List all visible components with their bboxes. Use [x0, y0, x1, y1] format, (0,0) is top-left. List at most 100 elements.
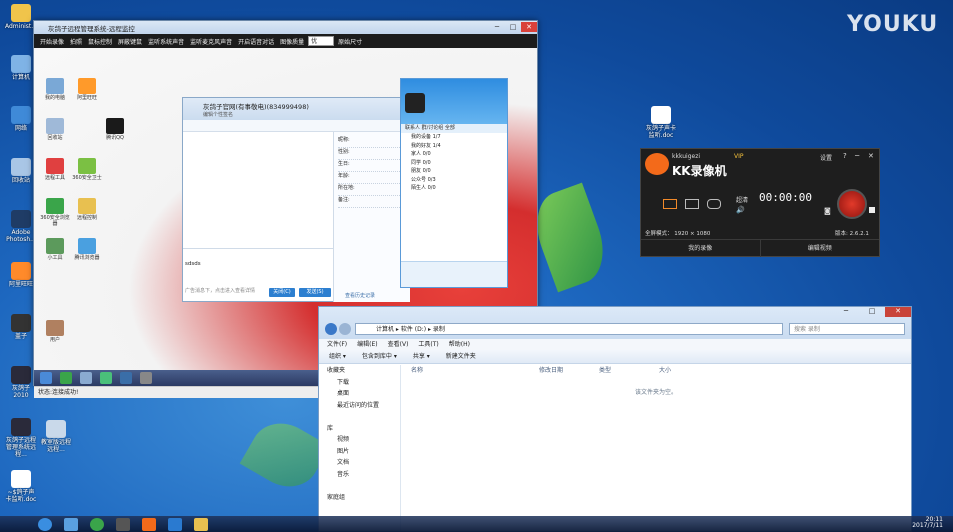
- remote-desktop-icon[interactable]: 腾讯QQ: [100, 118, 130, 141]
- browser-icon[interactable]: [60, 372, 72, 384]
- record-button[interactable]: [837, 189, 867, 219]
- block-input-button[interactable]: 屏蔽键鼠: [116, 37, 144, 46]
- 360-icon[interactable]: [100, 372, 112, 384]
- explorer-window[interactable]: 计算机 ▸ 软件 (D:) ▸ 录制 搜索 录制 ─ □ ✕ 文件(F) 编辑(…: [318, 306, 912, 532]
- col-modified[interactable]: 修改日期: [539, 365, 563, 377]
- history-link[interactable]: 查看历史记录: [345, 292, 375, 299]
- contact-group[interactable]: 同学 0/0: [401, 159, 507, 168]
- menu-tools[interactable]: 工具(T): [418, 339, 438, 350]
- start-record-button[interactable]: 开始录像: [38, 37, 66, 46]
- screen-mode-icon[interactable]: [663, 199, 677, 209]
- game-mode-icon[interactable]: [707, 199, 721, 209]
- send-button[interactable]: 发送(S): [299, 288, 331, 297]
- nav-item[interactable]: 音乐: [319, 469, 400, 481]
- nav-item[interactable]: 收藏夹: [319, 365, 400, 377]
- network-icon[interactable]: [64, 517, 78, 531]
- volume-icon[interactable]: 🔊: [736, 206, 745, 214]
- nav-item[interactable]: 最近访问的位置: [319, 400, 400, 412]
- include-library-button[interactable]: 包含到库中 ▾: [362, 350, 397, 363]
- remote-desktop-icon[interactable]: 360安全浏览器: [40, 198, 70, 227]
- close-chat-button[interactable]: 关闭(C): [269, 288, 295, 297]
- col-name[interactable]: 名称: [411, 365, 423, 377]
- contact-group[interactable]: 我的设备 1/7: [401, 133, 507, 142]
- menu-view[interactable]: 查看(V): [388, 339, 409, 350]
- forward-button[interactable]: [339, 323, 351, 335]
- search-input[interactable]: 搜索 录制: [789, 323, 905, 335]
- kk-recorder-icon[interactable]: [142, 517, 156, 531]
- minimize-button[interactable]: ─: [833, 307, 859, 317]
- contact-group[interactable]: 公众号 0/3: [401, 176, 507, 185]
- qq-tabs[interactable]: 联系人 群/讨论组 全部: [401, 124, 507, 133]
- kk-recorder-window[interactable]: kkkuigezi VIP 设置 ? ─ ✕ KK录像机 超清 🔊 00:00:…: [640, 148, 880, 257]
- mouse-control-button[interactable]: 鼠标控制: [86, 37, 114, 46]
- nav-item[interactable]: 家庭组: [319, 492, 400, 504]
- camera-icon[interactable]: ◙: [824, 207, 831, 215]
- qq-chat-window[interactable]: 灰鸽子官网(有事敬电)(834999498) 编辑个性签名 昵称: 性别: 生日…: [182, 97, 410, 302]
- kk-help-icon[interactable]: ?: [843, 152, 847, 160]
- maximize-button[interactable]: □: [505, 22, 521, 32]
- ie-icon[interactable]: [38, 517, 52, 531]
- kk-close-button[interactable]: ✕: [868, 152, 874, 160]
- desktop-icon[interactable]: 灰鸽子声卡监听.doc: [645, 106, 677, 139]
- remote-desktop-icon[interactable]: 我的电脑: [40, 78, 70, 101]
- nav-item[interactable]: 库: [319, 423, 400, 435]
- nav-item[interactable]: 下载: [319, 377, 400, 389]
- menu-edit[interactable]: 编辑(E): [357, 339, 377, 350]
- folder-icon[interactable]: [194, 517, 208, 531]
- contact-group[interactable]: 陌生人 0/0: [401, 184, 507, 193]
- menu-file[interactable]: 文件(F): [327, 339, 347, 350]
- kk-vip-badge[interactable]: VIP: [734, 153, 744, 160]
- remote-admin-icon[interactable]: [116, 517, 130, 531]
- remote-desktop-icon[interactable]: 远程控制: [72, 198, 102, 221]
- minimize-button[interactable]: ─: [489, 22, 505, 32]
- kk-minimize-button[interactable]: ─: [855, 152, 859, 160]
- remote-desktop-icon[interactable]: 腾讯浏览器: [72, 238, 102, 261]
- qq-avatar-icon[interactable]: [405, 93, 425, 113]
- contact-group[interactable]: 我的好友 1/4: [401, 142, 507, 151]
- ie-icon[interactable]: [120, 372, 132, 384]
- nav-item[interactable]: 视频: [319, 434, 400, 446]
- qq-main-panel[interactable]: 联系人 群/讨论组 全部 我的设备 1/7 我的好友 1/4 家人 0/0 同学 0/…: [400, 78, 508, 288]
- nav-item[interactable]: 图片: [319, 446, 400, 458]
- remote-desktop-icon[interactable]: 360安全卫士: [72, 158, 102, 181]
- remote-desktop-icon[interactable]: 回收站: [40, 118, 70, 141]
- maximize-button[interactable]: □: [859, 307, 885, 317]
- start-icon[interactable]: [40, 372, 52, 384]
- close-button[interactable]: ✕: [521, 22, 537, 32]
- clock[interactable]: 20:11 2017/7/11: [912, 517, 943, 529]
- region-mode-icon[interactable]: [685, 199, 699, 209]
- remote-title-bar[interactable]: 灰鸽子远程管理系统-远程监控 ─ □ ✕: [34, 21, 537, 34]
- listen-mic-button[interactable]: 监听麦克风声音: [188, 37, 234, 46]
- contact-group[interactable]: 家人 0/0: [401, 150, 507, 159]
- menu-help[interactable]: 帮助(H): [449, 339, 470, 350]
- col-type[interactable]: 类型: [599, 365, 611, 377]
- quality-mode[interactable]: 超清: [736, 195, 748, 204]
- original-size-button[interactable]: 原始尺寸: [336, 37, 364, 46]
- chat-title-bar[interactable]: 灰鸽子官网(有事敬电)(834999498) 编辑个性签名: [183, 98, 409, 120]
- 360-browser-icon[interactable]: [90, 517, 104, 531]
- back-button[interactable]: [325, 323, 337, 335]
- organize-button[interactable]: 组织 ▾: [329, 350, 346, 363]
- desktop-icon[interactable]: 教室版远程远程...: [40, 420, 72, 453]
- word-icon[interactable]: [168, 517, 182, 531]
- kk-settings-button[interactable]: 设置: [820, 153, 832, 162]
- share-button[interactable]: 共享 ▾: [413, 350, 430, 363]
- quality-select[interactable]: 优: [308, 36, 335, 46]
- remote-desktop-icon[interactable]: 用户: [40, 320, 70, 343]
- nav-item[interactable]: 文档: [319, 457, 400, 469]
- col-size[interactable]: 大小: [659, 365, 671, 377]
- contact-group[interactable]: 朋友 0/0: [401, 167, 507, 176]
- remote-desktop-icon[interactable]: 远程工具: [40, 158, 70, 181]
- app-icon[interactable]: [140, 372, 152, 384]
- close-button[interactable]: ✕: [885, 307, 911, 317]
- voice-chat-button[interactable]: 开启语音对话: [236, 37, 276, 46]
- edit-video-button[interactable]: 编辑视频: [759, 239, 879, 257]
- kk-username[interactable]: kkkuigezi: [672, 153, 700, 160]
- screenshot-button[interactable]: 拍照: [68, 37, 84, 46]
- new-folder-button[interactable]: 新建文件夹: [446, 350, 476, 363]
- remote-desktop-icon[interactable]: 阿里旺旺: [72, 78, 102, 101]
- explorer-icon[interactable]: [80, 372, 92, 384]
- desktop-icon[interactable]: 灰鸽子远程管理系统远程...: [5, 418, 37, 458]
- address-bar[interactable]: 计算机 ▸ 软件 (D:) ▸ 录制: [355, 323, 783, 335]
- listen-system-button[interactable]: 监听系统声音: [146, 37, 186, 46]
